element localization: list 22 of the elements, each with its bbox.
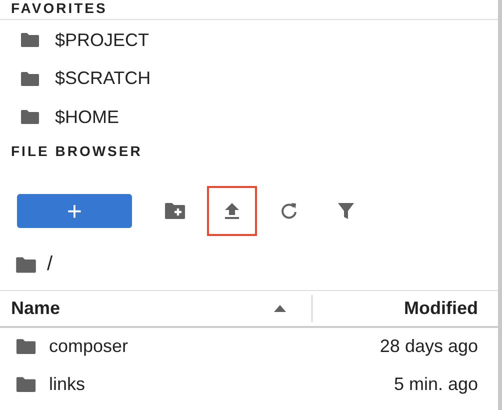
favorite-item[interactable]: $SCRATCH (0, 60, 151, 98)
folder-icon (19, 109, 41, 126)
upload-icon (223, 202, 241, 220)
folder-icon (19, 32, 41, 48)
refresh-icon (280, 202, 298, 220)
new-folder-icon (164, 202, 186, 220)
breadcrumb-link[interactable]: / (45, 253, 55, 276)
filter-icon (337, 202, 355, 220)
file-row[interactable]: composer 28 days ago (0, 328, 498, 366)
new-button[interactable]: + (17, 194, 132, 228)
favorite-item[interactable]: $HOME (0, 98, 120, 136)
column-header[interactable]: Name (0, 294, 313, 322)
section-heading: FAVORITES (11, 1, 108, 15)
folder-icon (15, 338, 37, 355)
upload-button[interactable] (207, 186, 257, 236)
folder-icon (15, 256, 37, 274)
folder-icon (19, 70, 41, 87)
favorite-item[interactable]: $PROJECT (0, 21, 150, 60)
folder-icon (15, 376, 37, 393)
file-row[interactable]: links 5 min. ago (0, 366, 498, 404)
column-header[interactable]: Modified (313, 290, 498, 326)
section-heading: FILE BROWSER (11, 142, 142, 158)
